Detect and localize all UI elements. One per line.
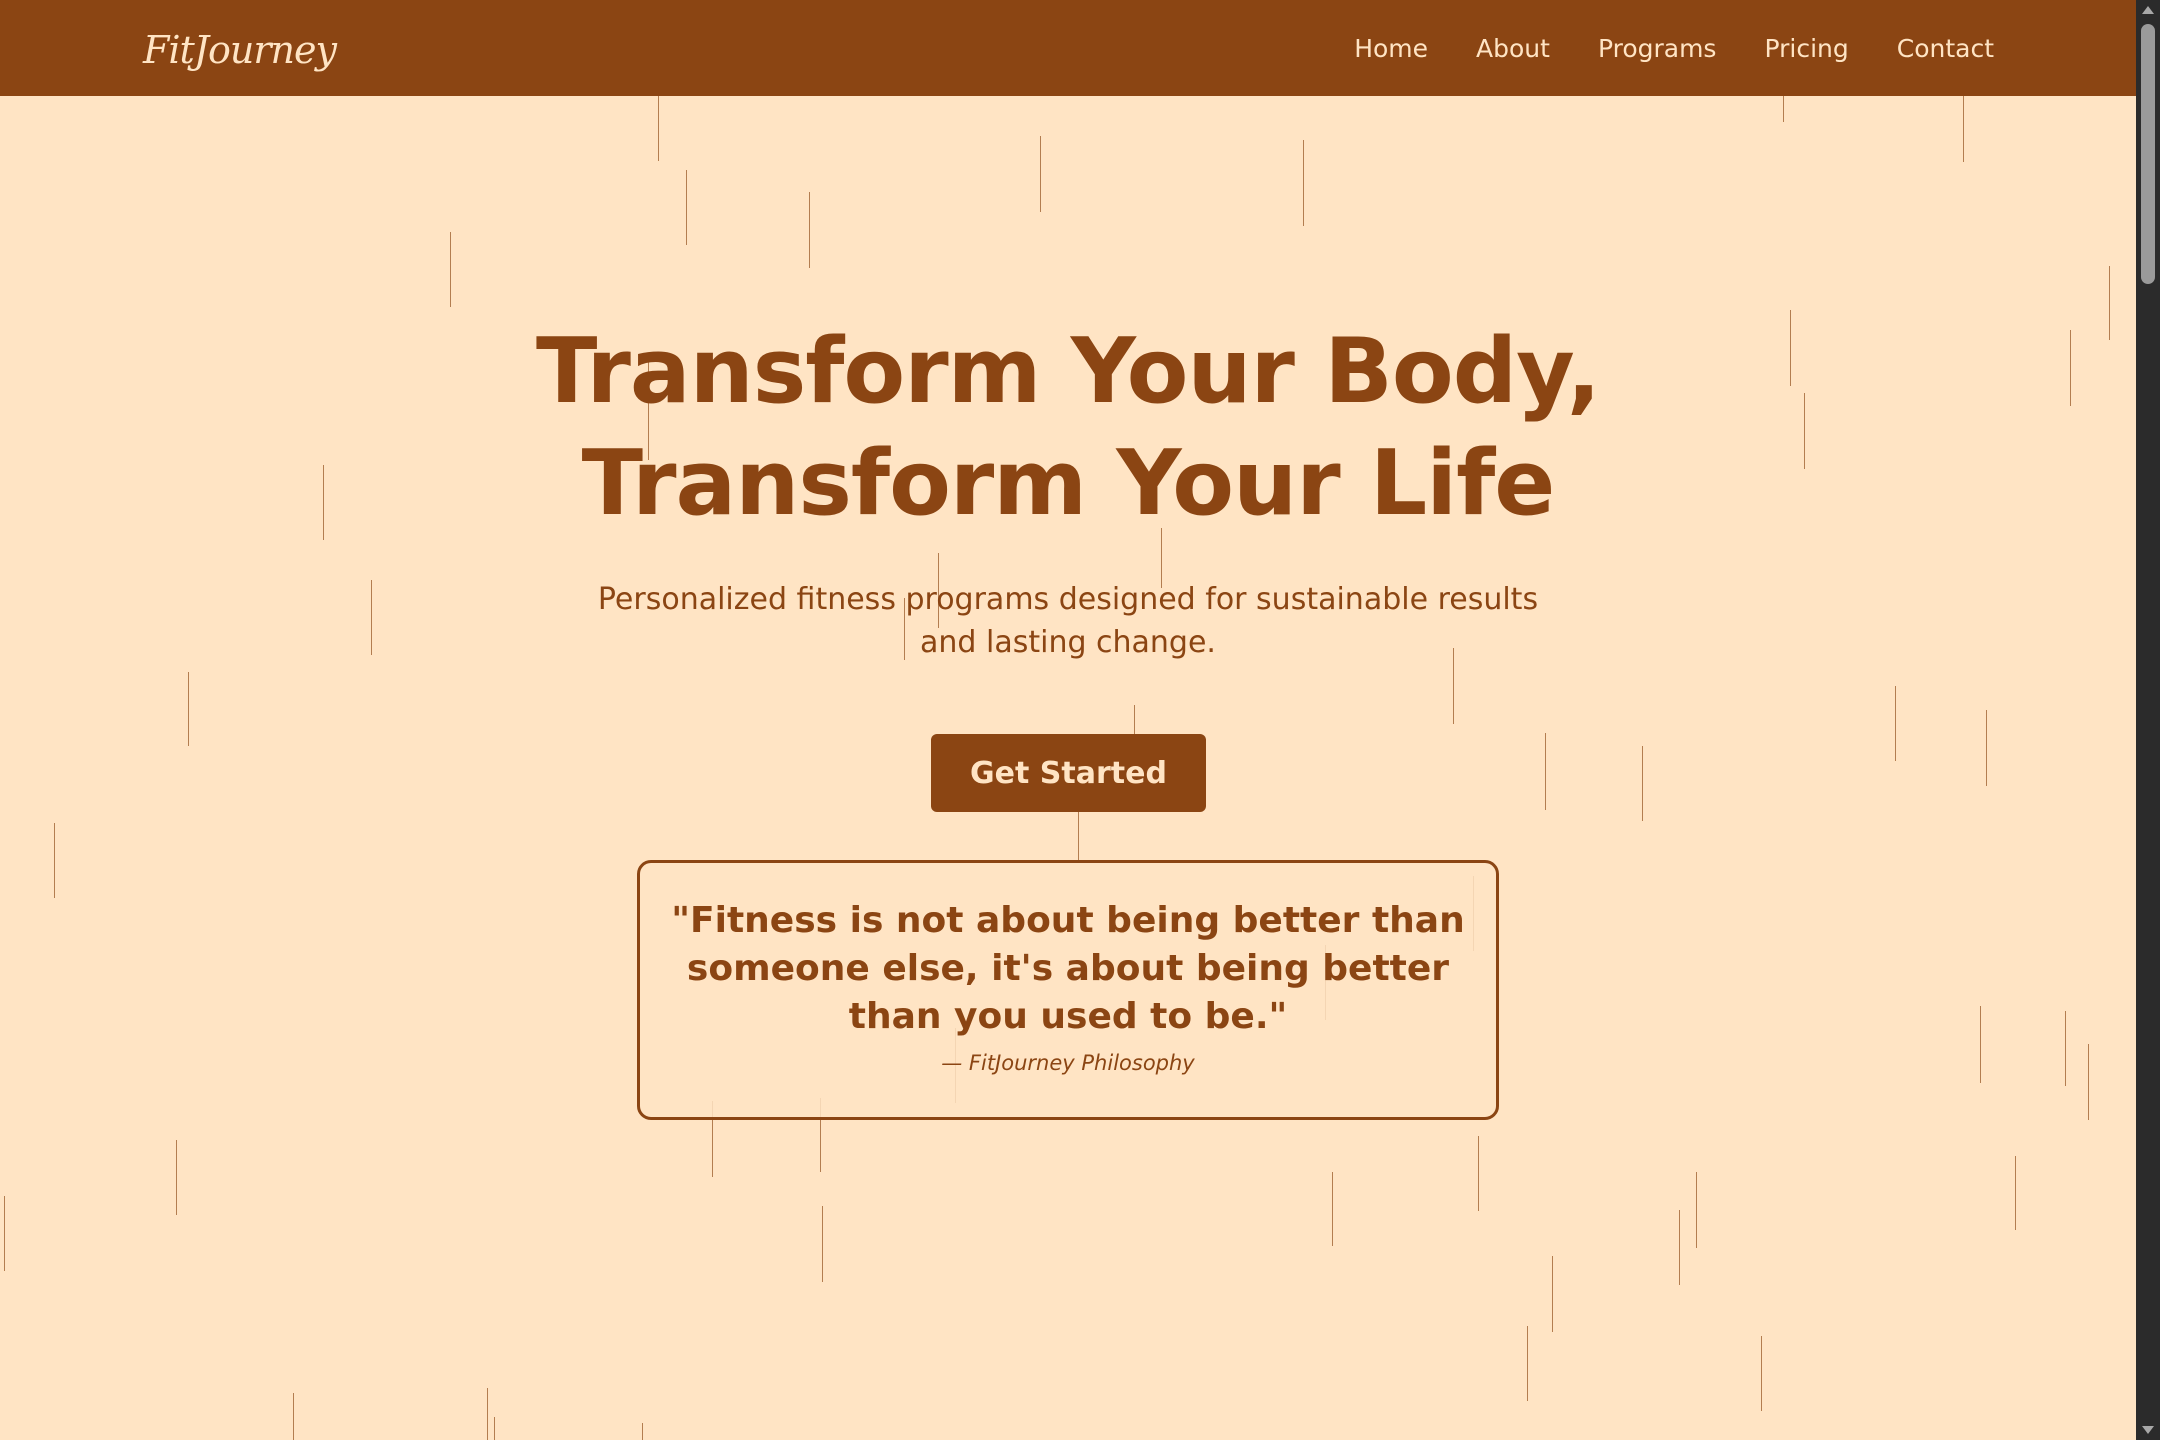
scroll-down-arrow-icon[interactable]: [2142, 1426, 2154, 1434]
get-started-button[interactable]: Get Started: [931, 734, 1206, 812]
rain-streak: [1980, 1006, 1981, 1083]
rain-streak: [188, 672, 189, 746]
rain-streak: [1642, 746, 1643, 821]
nav-link-pricing[interactable]: Pricing: [1764, 34, 1848, 63]
rain-streak: [1895, 686, 1896, 761]
hero-title: Transform Your Body, Transform Your Life: [0, 316, 2136, 540]
scrollbar-thumb[interactable]: [2141, 24, 2155, 284]
quote-author: — FitJourney Philosophy: [941, 1051, 1195, 1075]
nav-link-contact[interactable]: Contact: [1897, 34, 1994, 63]
rain-streak: [658, 96, 659, 161]
quote-card: "Fitness is not about being better than …: [637, 860, 1499, 1120]
rain-streak: [1303, 140, 1304, 226]
rain-streak: [686, 170, 687, 245]
rain-streak: [1040, 136, 1041, 212]
nav-link-programs[interactable]: Programs: [1598, 34, 1717, 63]
hero-title-line-2: Transform Your Life: [581, 431, 1556, 536]
rain-streak: [293, 1393, 294, 1440]
nav-links: Home About Programs Pricing Contact: [1354, 0, 1994, 96]
rain-streak: [1545, 733, 1546, 810]
rain-streak: [1552, 1256, 1553, 1332]
rain-streak: [822, 1206, 823, 1282]
hero-title-line-1: Transform Your Body,: [536, 319, 1601, 424]
rain-streak: [809, 192, 810, 268]
rain-streak: [1078, 812, 1079, 862]
rain-streak: [1986, 710, 1987, 786]
logo[interactable]: FitJourney: [143, 24, 337, 76]
rain-streak: [1679, 1210, 1680, 1285]
rain-streak: [487, 1388, 488, 1440]
rain-streak: [1696, 1172, 1697, 1248]
scrollbar[interactable]: [2136, 0, 2160, 1440]
rain-streak: [1478, 1136, 1479, 1211]
rain-streak: [642, 1423, 643, 1440]
rain-streak: [176, 1140, 177, 1215]
rain-decoration: [0, 0, 2136, 1440]
rain-streak: [1332, 1172, 1333, 1246]
rain-streak: [54, 823, 55, 898]
nav-link-home[interactable]: Home: [1354, 34, 1428, 63]
rain-streak: [371, 580, 372, 655]
scroll-up-arrow-icon[interactable]: [2142, 6, 2154, 14]
rain-streak: [1761, 1336, 1762, 1411]
rain-streak: [4, 1196, 5, 1271]
rain-streak: [494, 1417, 495, 1440]
rain-streak: [1783, 96, 1784, 122]
rain-streak: [1963, 96, 1964, 162]
navbar: FitJourney Home About Programs Pricing C…: [0, 0, 2136, 96]
rain-streak: [2065, 1011, 2066, 1086]
rain-streak: [2088, 1044, 2089, 1120]
quote-text: "Fitness is not about being better than …: [671, 900, 1465, 1037]
hero-subtitle: Personalized fitness programs designed f…: [597, 582, 1539, 660]
rain-streak: [450, 232, 451, 307]
rain-streak: [1527, 1326, 1528, 1401]
nav-link-about[interactable]: About: [1476, 34, 1550, 63]
rain-streak: [2015, 1156, 2016, 1230]
